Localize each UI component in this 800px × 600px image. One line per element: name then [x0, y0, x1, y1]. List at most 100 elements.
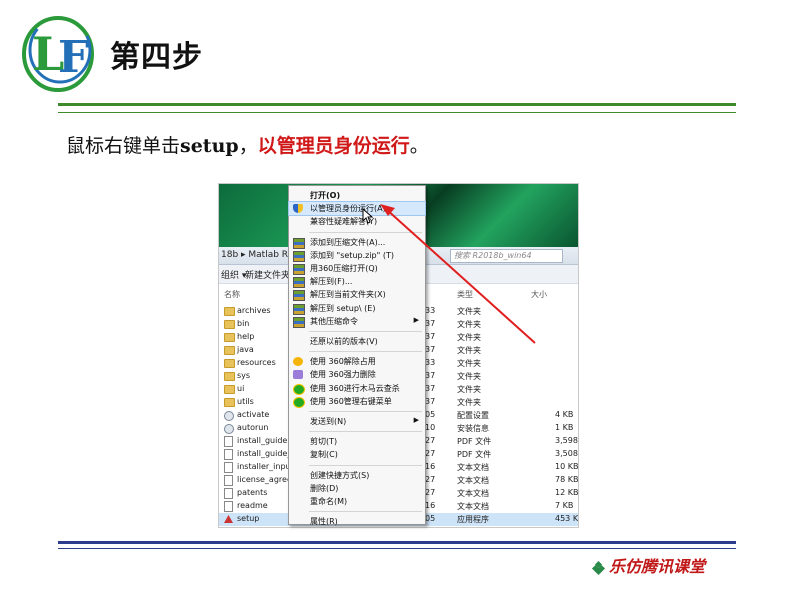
instruction-keyword: setup: [180, 135, 239, 157]
menu-separator: [309, 411, 422, 412]
menu-item[interactable]: 重命名(M): [289, 495, 425, 508]
menu-item[interactable]: 使用 360进行木马云查杀: [289, 382, 425, 395]
column-name[interactable]: 名称: [224, 289, 240, 300]
menu-item-label: 使用 360解除占用: [310, 357, 376, 367]
instruction-text: 鼠标右键单击setup，以管理员身份运行。: [66, 131, 429, 158]
divider-top: [58, 103, 736, 106]
file-date: 37: [425, 371, 436, 380]
folder-icon: [224, 359, 235, 368]
y360-icon: [293, 383, 305, 395]
menu-item-label: 属性(R): [310, 517, 338, 527]
menu-separator: [309, 511, 422, 513]
arc-icon: [293, 290, 305, 302]
file-date: 10: [425, 423, 436, 432]
file-date: 27: [425, 475, 436, 484]
divider-bottom: [58, 541, 736, 544]
menu-item-label: 剪切(T): [310, 437, 338, 447]
file-name: setup: [237, 514, 260, 523]
file-date: 27: [425, 449, 436, 458]
file-size: 453 KB: [555, 514, 579, 523]
file-name: java: [237, 345, 254, 354]
folder-icon: [224, 346, 235, 355]
file-type: 文本文档: [457, 489, 489, 498]
arc-icon: [293, 316, 305, 328]
file-icon: [224, 475, 233, 486]
submenu-arrow-icon: ▶: [413, 416, 419, 424]
new-folder-button[interactable]: 新建文件夹: [245, 268, 290, 281]
menu-item[interactable]: 剪切(T): [289, 435, 425, 448]
b360-icon: [293, 357, 303, 367]
file-date: 27: [425, 488, 436, 497]
p360-icon: [293, 370, 303, 380]
menu-item-label: 使用 360强力删除: [310, 370, 376, 380]
lf-logo: L F: [22, 16, 94, 92]
file-name: utils: [237, 397, 254, 406]
menu-item-label: 打开(O): [310, 191, 341, 200]
file-date: 05: [425, 410, 436, 419]
file-type: 文件夹: [457, 385, 481, 394]
file-date: 05: [425, 514, 436, 523]
arc-icon: [293, 264, 305, 275]
menu-item-label: 创建快捷方式(S): [310, 470, 370, 480]
arc-icon: [293, 250, 305, 262]
file-name: autorun: [237, 423, 269, 432]
file-size: 1 KB: [555, 423, 574, 432]
y360-icon: [293, 396, 305, 408]
organize-button[interactable]: 组织 ▾: [221, 268, 246, 281]
menu-item-label: 复制(C): [310, 450, 338, 460]
file-type: PDF 文件: [457, 437, 492, 446]
file-icon: [224, 488, 233, 499]
footer-brand: 乐仿腾讯课堂: [591, 553, 705, 577]
file-type: 文本文档: [457, 463, 489, 472]
file-size: 7 KB: [555, 501, 574, 510]
menu-item[interactable]: 属性(R): [289, 515, 425, 528]
menu-item[interactable]: 使用 360强力删除: [289, 368, 425, 381]
page-title: 第四步: [110, 40, 203, 75]
menu-item-label: 使用 360进行木马云查杀: [310, 383, 400, 393]
menu-item-label: 发送到(N): [310, 417, 347, 426]
divider-top-thin: [58, 112, 736, 113]
menu-item-label: 使用 360管理右键菜单: [310, 396, 392, 406]
file-type: 文件夹: [457, 398, 481, 407]
shield-icon: [293, 204, 303, 214]
menu-item[interactable]: 删除(D): [289, 482, 425, 495]
folder-icon: [224, 333, 235, 342]
file-type: 配置设置: [457, 411, 489, 420]
instruction-suffix: 。: [409, 135, 429, 157]
file-date: 16: [425, 501, 436, 510]
file-name: archives: [237, 306, 271, 315]
file-name: resources: [237, 358, 276, 367]
file-type: 文本文档: [457, 476, 489, 485]
menu-item[interactable]: 使用 360解除占用: [289, 355, 425, 368]
menu-separator: [309, 431, 422, 433]
menu-item[interactable]: 使用 360管理右键菜单: [289, 395, 425, 408]
menu-separator: [309, 464, 422, 466]
file-type: 文件夹: [457, 359, 481, 368]
folder-icon: [224, 320, 235, 329]
menu-item[interactable]: 发送到(N) ▶: [289, 415, 425, 428]
file-date: 33: [425, 358, 436, 367]
file-type: PDF 文件: [457, 450, 492, 459]
file-date: 27: [425, 436, 436, 445]
file-type: 文件夹: [457, 372, 481, 381]
file-size: 4 KB: [555, 410, 574, 419]
folder-icon: [224, 398, 235, 407]
menu-item[interactable]: 复制(C): [289, 448, 425, 461]
file-type: 应用程序: [457, 515, 489, 524]
folder-icon: [224, 307, 235, 316]
menu-item-label: 删除(D): [310, 483, 339, 493]
instruction-prefix: 鼠标右键单击: [66, 135, 181, 157]
menu-item[interactable]: 创建快捷方式(S): [289, 469, 425, 482]
instruction-highlight: 以管理员身份运行: [257, 135, 410, 157]
file-date: 37: [425, 397, 436, 406]
file-name: activate: [237, 410, 270, 419]
app-icon: [224, 515, 233, 523]
folder-icon: [224, 372, 235, 381]
file-name: help: [237, 332, 255, 341]
file-name: bin: [237, 319, 250, 328]
file-date: 16: [425, 462, 436, 471]
cfg-icon: [224, 424, 234, 434]
file-name: installer_input: [237, 462, 294, 471]
file-size: 3,508 KB: [555, 449, 578, 458]
menu-item-label: 重命名(M): [310, 497, 348, 506]
